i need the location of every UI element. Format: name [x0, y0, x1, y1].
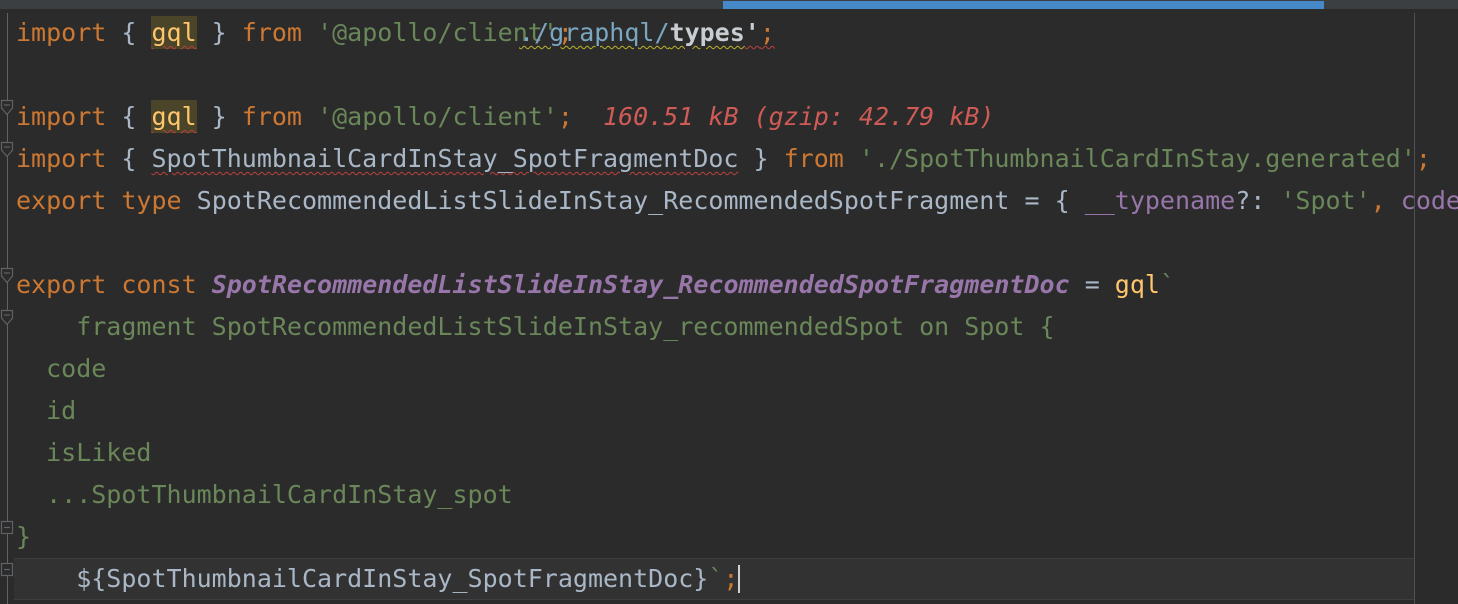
code-text: ?:	[1235, 186, 1280, 215]
code-editor[interactable]: import { gql } from '@apollo/client';imp…	[0, 0, 1458, 604]
code-line[interactable]: export type SpotRecommendedListSlideInSt…	[0, 180, 1458, 222]
code-line[interactable]: import { SpotThumbnailCardInStay_SpotFra…	[0, 138, 1431, 180]
code-keyword: import	[16, 18, 106, 47]
fold-end-icon[interactable]	[0, 517, 15, 539]
code-punctuation: ;	[723, 564, 738, 593]
code-line-content: import { gql } from '@apollo/client'; 16…	[0, 102, 994, 131]
code-keyword: export	[16, 270, 106, 299]
code-line-content: export const SpotRecommendedListSlideInS…	[0, 270, 1175, 299]
code-text: }	[738, 144, 783, 173]
code-property: code	[1401, 186, 1458, 215]
code-text: {	[106, 102, 151, 131]
code-keyword: from	[784, 144, 844, 173]
text-caret	[738, 565, 740, 593]
code-text	[302, 102, 317, 131]
code-string: './SpotThumbnailCardInStay.generated'	[859, 144, 1416, 173]
fold-collapse-icon[interactable]	[0, 307, 15, 329]
editor-gutter[interactable]	[0, 0, 14, 604]
code-string: id	[16, 396, 76, 425]
code-identifier-error: SpotThumbnailCardInStay_SpotFragmentDoc	[151, 144, 738, 173]
code-line-content: isLiked	[0, 438, 151, 467]
code-line[interactable]: import { gql } from '@apollo/client'; 16…	[0, 96, 994, 138]
code-keyword: import	[16, 102, 106, 131]
code-line[interactable]: isLiked	[0, 432, 151, 474]
code-text	[106, 186, 121, 215]
overlay-quote: '	[745, 18, 760, 47]
code-string: isLiked	[16, 438, 151, 467]
code-const-name: SpotRecommendedListSlideInStay_Recommend…	[212, 270, 1070, 299]
horizontal-scrollbar-thumb[interactable]	[723, 1, 1324, 9]
code-string: '@apollo/client'	[317, 102, 558, 131]
code-text: =	[1070, 270, 1115, 299]
overlay-semicolon: ;	[760, 18, 775, 47]
code-line-content: import { gql } from '@apollo/client';	[0, 18, 573, 47]
code-text	[197, 270, 212, 299]
code-string: ...SpotThumbnailCardInStay_spot	[16, 480, 513, 509]
code-line-content: ...SpotThumbnailCardInStay_spot	[0, 480, 513, 509]
code-keyword: from	[242, 18, 302, 47]
code-text	[1386, 186, 1401, 215]
code-line[interactable]: ...SpotThumbnailCardInStay_spot	[0, 474, 513, 516]
code-string: code	[16, 354, 106, 383]
editor-top-strip-shadow	[0, 9, 1458, 13]
code-punctuation: ,	[1371, 186, 1386, 215]
code-text: }	[197, 18, 242, 47]
code-text: {	[106, 144, 151, 173]
code-line-content: ${SpotThumbnailCardInStay_SpotFragmentDo…	[0, 564, 740, 593]
code-text-surface[interactable]: import { gql } from '@apollo/client';imp…	[0, 0, 1458, 604]
code-line-content: export type SpotRecommendedListSlideInSt…	[0, 186, 1458, 215]
code-gql-identifier-highlight[interactable]: gql	[151, 16, 196, 49]
overlay-relative-path: ./graphql/	[519, 18, 670, 47]
code-text: }	[197, 102, 242, 131]
code-line[interactable]: import { gql } from '@apollo/client';	[0, 12, 573, 54]
overlay-module-name: types	[670, 18, 745, 47]
code-text: SpotRecommendedListSlideInStay_Recommend…	[182, 186, 1085, 215]
code-keyword: from	[242, 102, 302, 131]
code-text	[302, 18, 317, 47]
code-backtick: `	[708, 564, 723, 593]
code-property: __typename	[1085, 186, 1236, 215]
code-line[interactable]: export const SpotRecommendedListSlideInS…	[0, 264, 1175, 306]
code-keyword: export	[16, 186, 106, 215]
code-keyword: import	[16, 144, 106, 173]
code-string: 'Spot'	[1280, 186, 1370, 215]
code-keyword: const	[121, 270, 196, 299]
code-punctuation: ;	[1416, 144, 1431, 173]
fold-collapse-icon[interactable]	[0, 97, 15, 119]
code-string: }	[16, 522, 31, 551]
overlapping-path-overlay: ./graphql/types';	[519, 12, 775, 54]
fold-end-icon[interactable]	[0, 559, 15, 581]
code-line[interactable]: code	[0, 348, 106, 390]
fold-collapse-icon[interactable]	[0, 139, 15, 161]
code-text	[106, 270, 121, 299]
code-gql-identifier-highlight[interactable]: gql	[151, 100, 196, 133]
code-line-content: import { SpotThumbnailCardInStay_SpotFra…	[0, 144, 1431, 173]
code-text: ${SpotThumbnailCardInStay_SpotFragmentDo…	[16, 564, 708, 593]
code-backtick: `	[1160, 270, 1175, 299]
code-line-content: fragment SpotRecommendedListSlideInStay_…	[0, 312, 1055, 341]
inlay-hint-bundle-size: 160.51 kB (gzip: 42.79 kB)	[603, 102, 994, 131]
code-text: {	[106, 18, 151, 47]
code-keyword: type	[121, 186, 181, 215]
code-line[interactable]: ${SpotThumbnailCardInStay_SpotFragmentDo…	[0, 558, 740, 600]
code-string: fragment SpotRecommendedListSlideInStay_…	[16, 312, 1055, 341]
code-punctuation: ;	[558, 102, 573, 131]
code-line-content: code	[0, 354, 106, 383]
code-text	[844, 144, 859, 173]
code-gql-tag: gql	[1115, 270, 1160, 299]
fold-collapse-icon[interactable]	[0, 265, 15, 287]
code-line[interactable]: fragment SpotRecommendedListSlideInStay_…	[0, 306, 1055, 348]
